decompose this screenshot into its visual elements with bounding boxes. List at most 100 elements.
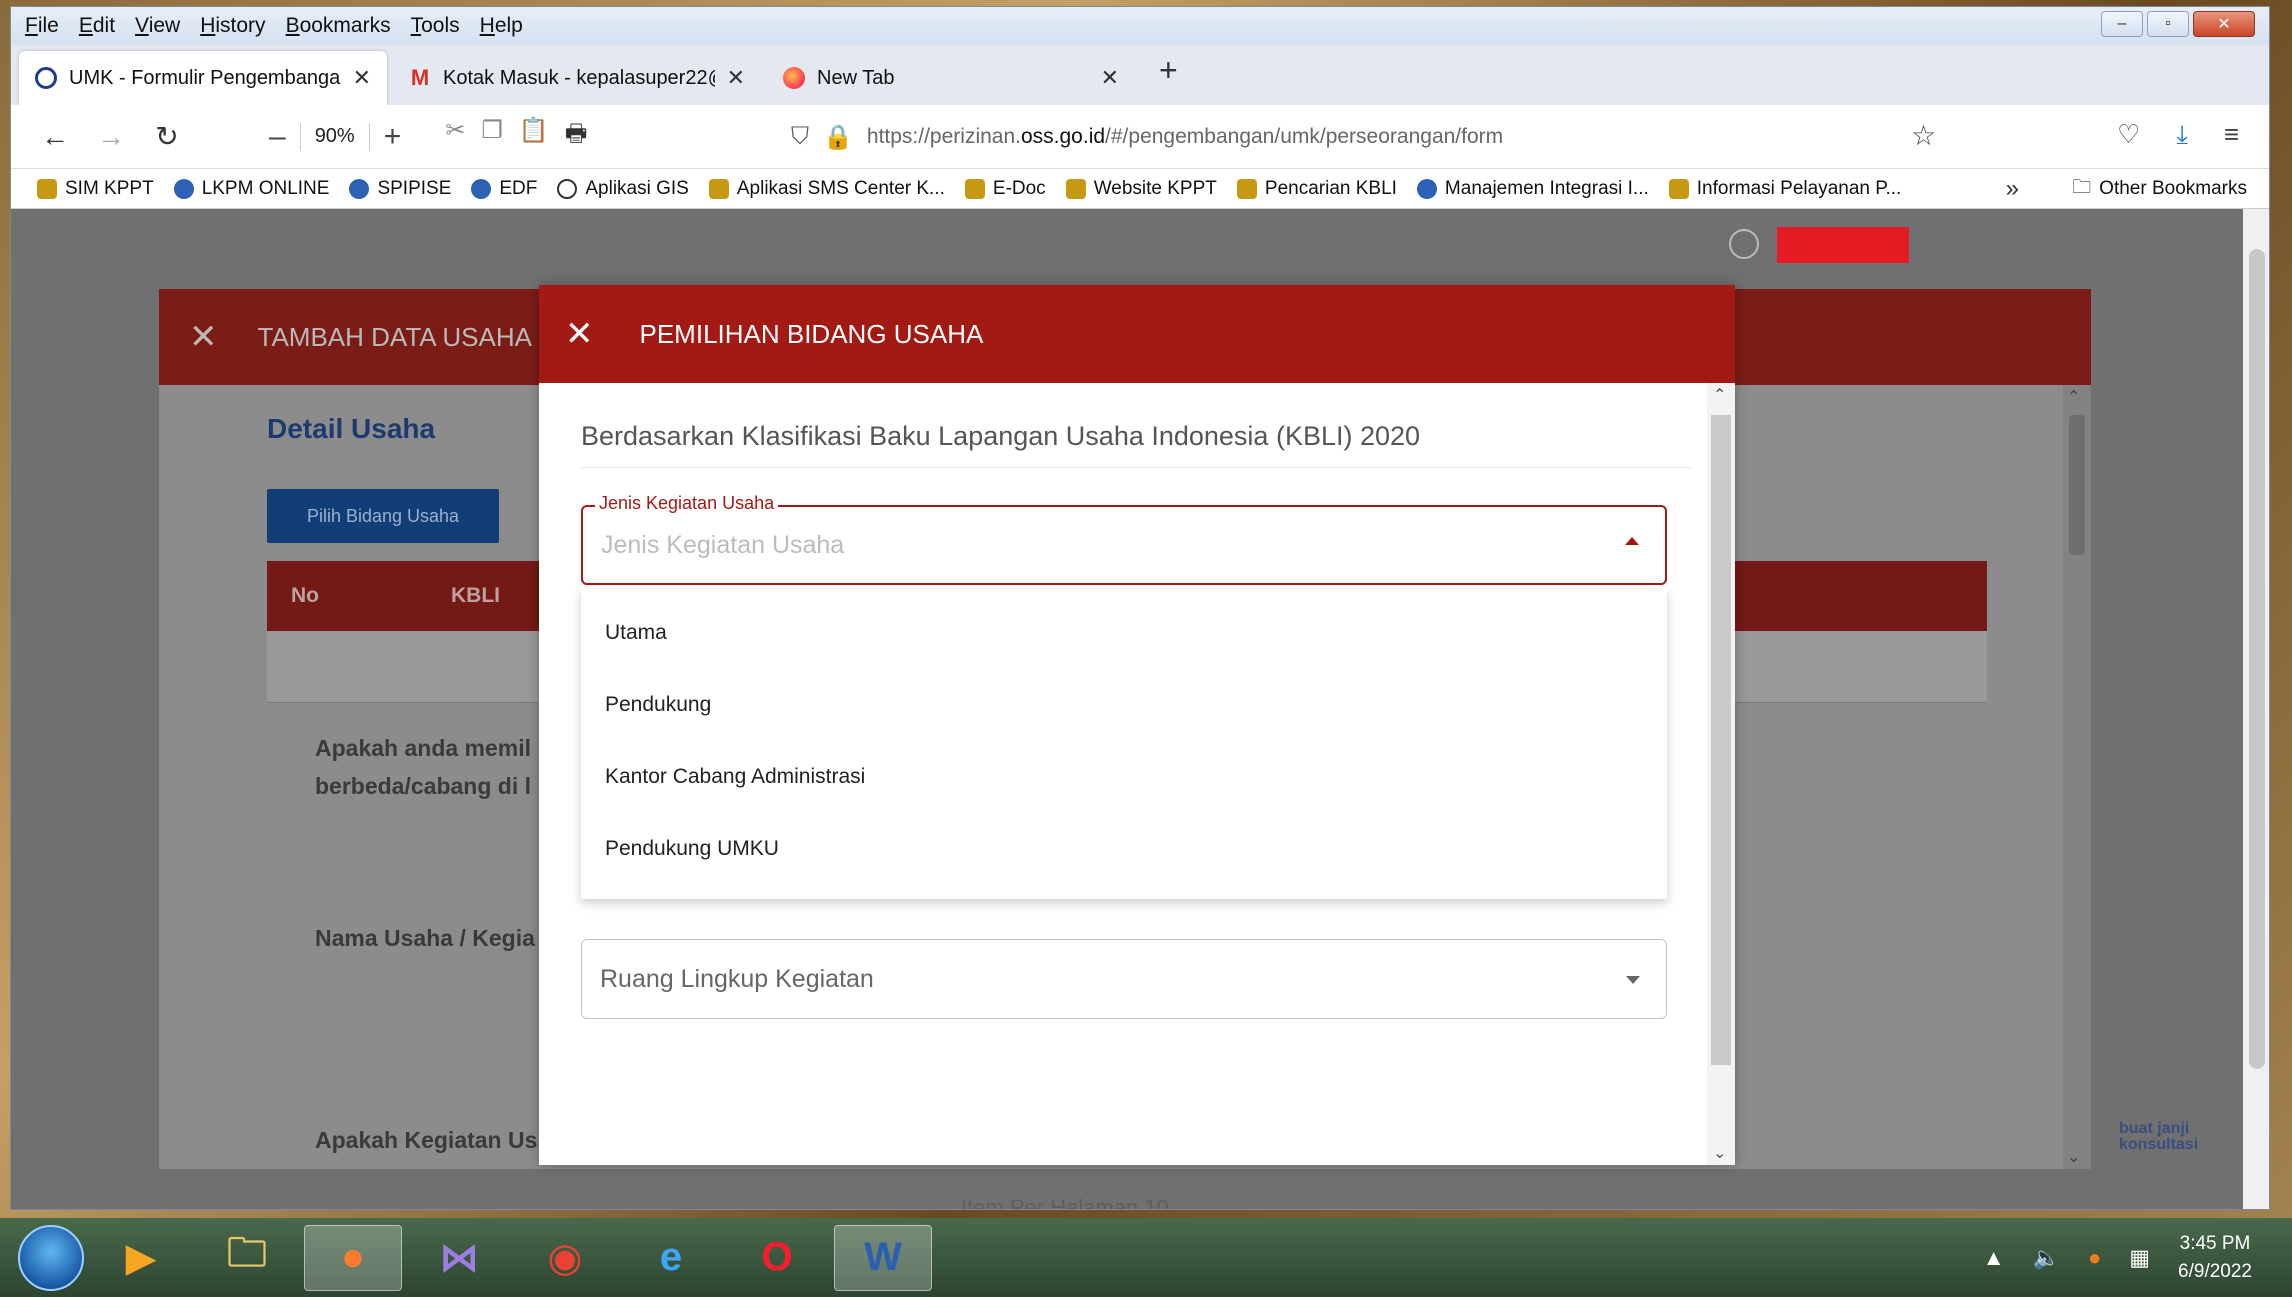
bookmark-item[interactable]: SPIPISE [349, 178, 451, 200]
bookmark-item[interactable]: SIM KPPT [37, 178, 154, 200]
download-icon[interactable]: ⤓ [2176, 119, 2188, 151]
copy-icon[interactable]: ❐ [481, 116, 503, 157]
zoom-controls: – 90% + [255, 120, 415, 154]
menu-icon[interactable]: ≡ [2224, 119, 2239, 151]
other-bookmarks-label: Other Bookmarks [2099, 177, 2247, 199]
show-hidden-icons[interactable]: ▲ [1983, 1245, 2005, 1271]
network-icon[interactable]: ▦ [2129, 1245, 2150, 1271]
bookmark-item[interactable]: Pencarian KBLI [1236, 178, 1397, 200]
option-kantor-cabang[interactable]: Kantor Cabang Administrasi [581, 741, 1667, 813]
modal-scrollbar[interactable]: ⌃ ⌄ [2063, 385, 2091, 1169]
emblem-icon [708, 178, 729, 199]
bookmark-item[interactable]: Aplikasi GIS [557, 178, 689, 200]
konsultasi-line: buat janji [2119, 1120, 2190, 1137]
items-per-page: Item Per Halaman 10 [961, 1195, 1169, 1210]
shield-icon[interactable]: ⛉ [791, 123, 809, 151]
start-button[interactable] [18, 1224, 84, 1291]
close-icon[interactable]: ✕ [727, 65, 745, 91]
emblem-icon [471, 178, 492, 199]
zoom-in-button[interactable]: + [370, 120, 416, 154]
bookmark-item[interactable]: Aplikasi SMS Center K... [708, 178, 945, 200]
menu-edit[interactable]: Edit [79, 14, 115, 38]
close-icon[interactable]: ✕ [353, 65, 371, 91]
page-scrollbar[interactable] [2243, 209, 2269, 1209]
bookmark-item[interactable]: Website KPPT [1065, 178, 1217, 200]
scroll-down-icon[interactable]: ⌄ [2067, 1147, 2080, 1167]
lock-icon[interactable]: 🔒 [823, 123, 853, 152]
tab-kotak-masuk[interactable]: M Kotak Masuk - kepalasuper22@ ✕ [393, 51, 761, 105]
close-icon[interactable]: ✕ [189, 317, 218, 357]
clock[interactable]: 3:45 PM 6/9/2022 [2178, 1230, 2252, 1286]
minimize-button[interactable]: – [2101, 11, 2143, 37]
modal-scrollbar[interactable]: ⌃ ⌄ [1707, 383, 1735, 1165]
folder-icon: 🗀 [2072, 176, 2092, 198]
forward-button[interactable]: → [83, 121, 139, 153]
back-button[interactable]: ← [27, 121, 83, 153]
zoom-out-button[interactable]: – [255, 120, 300, 154]
close-window-button[interactable]: ✕ [2193, 11, 2255, 37]
bookmark-label: SPIPISE [377, 177, 452, 199]
question-kegiatan: Apakah Kegiatan Us [315, 1127, 538, 1153]
address-bar[interactable]: ⛉ 🔒 https://perizinan.oss.go.id/#/pengem… [791, 115, 1961, 159]
bookmark-label: Informasi Pelayanan P... [1696, 177, 1902, 199]
option-utama[interactable]: Utama [581, 597, 1667, 669]
emblem-icon [173, 178, 194, 199]
jenis-kegiatan-usaha-select[interactable]: Jenis Kegiatan Usaha Jenis Kegiatan Usah… [581, 493, 1667, 585]
emblem-icon [1065, 178, 1086, 199]
zoom-level[interactable]: 90% [301, 125, 369, 148]
emblem-icon [1416, 178, 1437, 199]
internet-explorer-icon[interactable]: e [622, 1225, 720, 1291]
paste-icon[interactable]: 📋 [519, 116, 549, 157]
media-player-icon[interactable]: ▶ [92, 1225, 190, 1291]
pilih-bidang-usaha-button[interactable]: Pilih Bidang Usaha [267, 489, 499, 543]
tab-umk-formulir[interactable]: UMK - Formulir Pengembangan ✕ [19, 51, 387, 105]
pocket-icon[interactable]: ♡ [2117, 119, 2140, 151]
user-icon[interactable] [1729, 229, 1759, 259]
option-pendukung-umku[interactable]: Pendukung UMKU [581, 813, 1667, 885]
caret-down-icon[interactable] [1626, 976, 1640, 984]
opera-icon[interactable]: O [728, 1225, 826, 1291]
bookmarks-overflow-button[interactable]: » [2006, 175, 2019, 203]
menu-bookmarks[interactable]: Bookmarks [286, 14, 391, 38]
menu-history[interactable]: History [200, 14, 265, 38]
scroll-thumb[interactable] [1711, 415, 1731, 1065]
chrome-icon[interactable]: ◉ [516, 1225, 614, 1291]
print-icon[interactable]: 🖶 [565, 116, 588, 157]
volume-icon[interactable]: 🔈 [2033, 1245, 2060, 1271]
menu-help[interactable]: Help [480, 14, 523, 38]
scroll-thumb[interactable] [2249, 249, 2265, 1069]
new-tab-button[interactable]: + [1141, 52, 1196, 99]
bookmark-star-icon[interactable]: ☆ [1911, 119, 1936, 152]
option-pendukung[interactable]: Pendukung [581, 669, 1667, 741]
visual-studio-icon[interactable]: ⋈ [410, 1225, 508, 1291]
bookmark-item[interactable]: E-Doc [964, 178, 1046, 200]
reload-button[interactable]: ↻ [139, 120, 195, 153]
restore-button[interactable]: ▫ [2147, 11, 2189, 37]
header-red-block[interactable] [1777, 227, 1909, 263]
scroll-up-icon[interactable]: ⌃ [1713, 385, 1726, 405]
ruang-lingkup-select[interactable]: Ruang Lingkup Kegiatan [581, 939, 1667, 1019]
scroll-thumb[interactable] [2069, 415, 2085, 555]
menu-tools[interactable]: Tools [411, 14, 460, 38]
close-icon[interactable]: ✕ [565, 314, 594, 354]
scroll-down-icon[interactable]: ⌄ [1713, 1143, 1726, 1163]
bookmark-item[interactable]: Informasi Pelayanan P... [1668, 177, 1902, 200]
firefox-icon[interactable]: ● [304, 1224, 402, 1291]
scroll-up-icon[interactable]: ⌃ [2067, 387, 2080, 407]
cut-icon[interactable]: ✂ [445, 116, 465, 157]
caret-up-icon[interactable] [1625, 537, 1639, 545]
avast-icon[interactable]: ● [2088, 1245, 2101, 1271]
bookmark-item[interactable]: Manajemen Integrasi I... [1416, 178, 1649, 200]
file-explorer-icon[interactable]: 🗀 [198, 1225, 296, 1291]
other-bookmarks[interactable]: 🗀 Other Bookmarks [2072, 173, 2247, 205]
konsultasi-widget[interactable]: buat janji konsultasi [2119, 1121, 2198, 1153]
close-icon[interactable]: ✕ [1101, 65, 1119, 91]
url-text[interactable]: https://perizinan.oss.go.id/#/pengembang… [867, 125, 1503, 149]
bookmark-item[interactable]: LKPM ONLINE [173, 178, 329, 200]
menu-file[interactable]: File [25, 14, 59, 38]
tab-new-tab[interactable]: New Tab ✕ [767, 51, 1135, 105]
bookmark-item[interactable]: EDF [471, 178, 537, 200]
menu-view[interactable]: View [135, 14, 180, 38]
word-icon[interactable]: W [834, 1224, 932, 1291]
tab-label: New Tab [817, 66, 895, 89]
